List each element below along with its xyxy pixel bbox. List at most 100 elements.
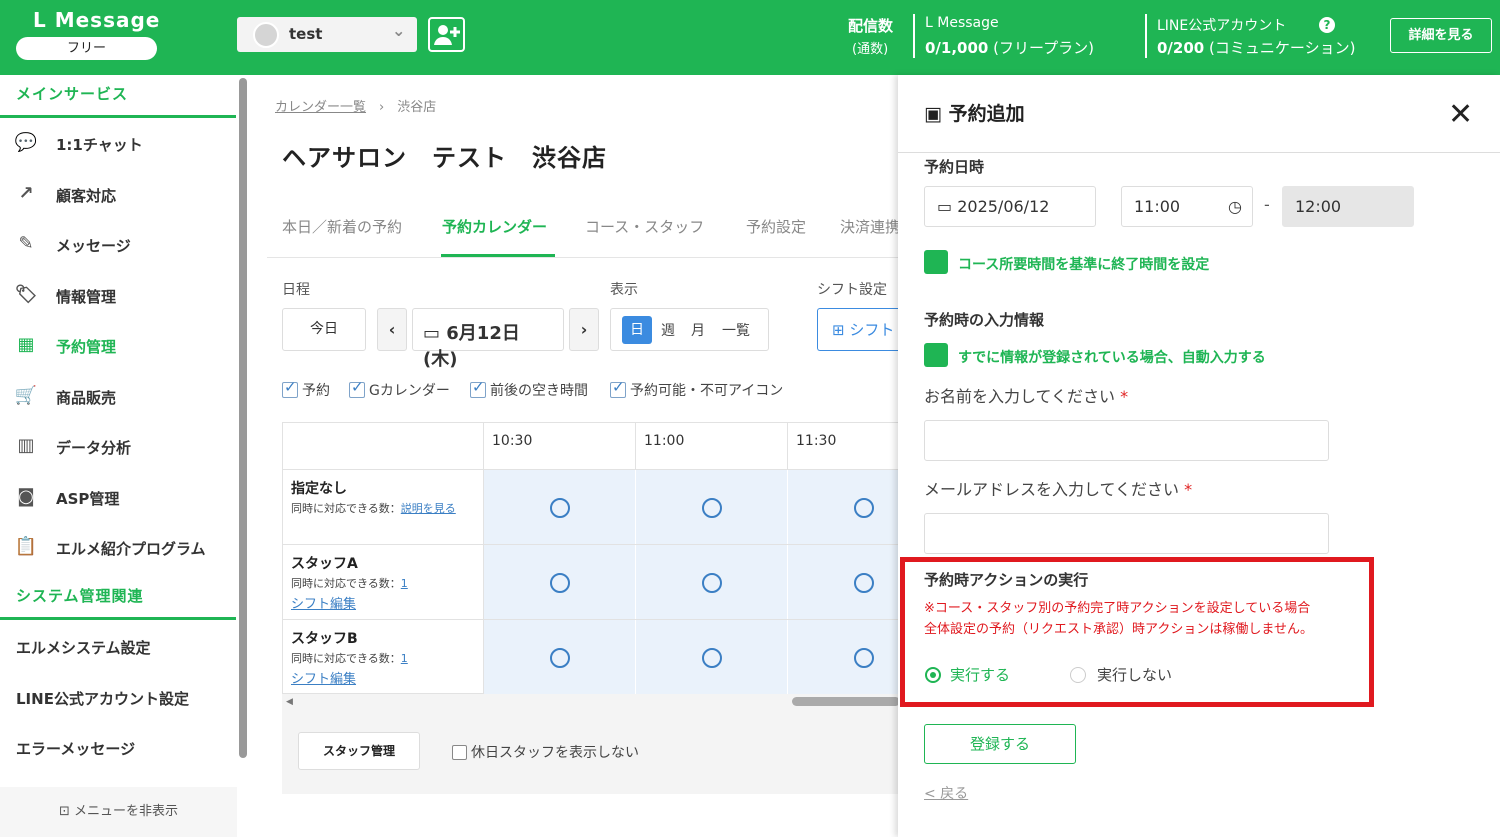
sidebar-item-message[interactable]: ✎ メッセージ [0,220,236,270]
chevron-down-icon: ⌄ [392,21,406,40]
available-icon [854,498,874,518]
tag-icon: 🏷 [14,284,38,305]
scroll-left-icon[interactable]: ◀ [286,697,293,707]
end-time-input: 12:00 [1282,186,1414,227]
app-logo[interactable]: L Message [33,8,160,32]
shift-edit-link[interactable]: シフト編集 [291,672,356,687]
slot-cell[interactable] [788,545,901,620]
sidebar-item-customer[interactable]: ↗ 顧客対応 [0,170,236,220]
sidebar-item-reservation[interactable]: ▦ 予約管理 [0,321,236,371]
capacity-label: 同時に対応できる数： [291,652,401,665]
date-input[interactable]: ▭ 2025/06/12 [924,186,1096,227]
filter-label: 予約可能・不可アイコン [630,383,784,399]
staff-manage-button[interactable]: スタッフ管理 [298,732,420,770]
sidebar-scrollbar[interactable] [239,78,247,758]
clock-icon: ◷ [1228,197,1242,216]
today-button[interactable]: 今日 [282,308,366,351]
sidebar-item-error[interactable]: エラーメッセージ [16,738,135,759]
action-label: 予約時アクションの実行 [924,571,1089,589]
staff-name: スタッフA [291,556,358,572]
sidebar-item-chat[interactable]: 💬 1:1チャット [0,119,236,169]
help-link[interactable]: 説明を見る [401,502,456,515]
sidebar-item-line-settings[interactable]: LINE公式アカウント設定 [16,688,189,709]
checkbox[interactable] [452,745,467,760]
checkbox[interactable] [610,378,626,398]
shift-button[interactable]: ⊞ シフト [817,308,900,351]
shift-label: シフト設定 [817,282,887,298]
add-user-icon[interactable] [428,17,465,52]
name-input[interactable] [924,420,1329,461]
hide-menu-label: メニューを非表示 [74,804,179,819]
checkbox[interactable] [470,378,486,398]
radio-not-execute[interactable] [1070,667,1086,683]
email-label: メールアドレスを入力してください * [924,476,1192,500]
schedule-label: 日程 [282,282,310,298]
register-button[interactable]: 登録する [924,724,1076,764]
slot-cell[interactable] [788,620,901,695]
filter-gcalendar[interactable]: Gカレンダー [349,378,450,400]
sidebar-item-asp[interactable]: ◙ ASP管理 [0,473,236,523]
tab-course-staff[interactable]: コース・スタッフ [585,216,704,237]
slot-cell[interactable] [484,545,636,620]
available-icon [854,648,874,668]
scroll-thumb[interactable] [792,697,900,706]
help-icon[interactable]: ? [1319,17,1335,33]
breadcrumb-link[interactable]: カレンダー一覧 [275,100,366,115]
autofill-label: すでに情報が登録されている場合、自動入力する [958,350,1266,366]
radio-execute[interactable] [925,667,941,683]
tab-calendar[interactable]: 予約カレンダー [442,216,547,237]
tab-payment[interactable]: 決済連携 [840,216,900,237]
hide-holiday-label: 休日スタッフを表示しない [471,745,639,761]
autofill-checkbox[interactable] [924,343,948,367]
capacity-link[interactable]: 1 [401,652,408,665]
tab-settings[interactable]: 予約設定 [746,216,806,237]
filter-reservation[interactable]: 予約 [282,378,330,400]
account-selector[interactable]: test ⌄ [237,17,417,52]
sidebar-item-sales[interactable]: 🛒 商品販売 [0,372,236,422]
view-list[interactable]: 一覧 [722,320,750,340]
auto-end-checkbox[interactable] [924,250,948,274]
back-link[interactable]: < 戻る [924,783,968,803]
checkbox[interactable] [349,378,365,398]
view-day[interactable]: 日 [622,316,652,344]
horizontal-scrollbar[interactable]: ◀ [282,694,900,710]
view-week[interactable]: 週 [661,320,675,340]
date-picker[interactable]: ▭ 6月12日(木) [412,308,564,370]
available-icon [854,573,874,593]
sidebar-item-info[interactable]: 🏷 情報管理 [0,271,236,321]
shift-edit-link[interactable]: シフト編集 [291,597,356,612]
email-input[interactable] [924,513,1329,554]
start-time-input[interactable]: 11:00 ◷ [1121,186,1253,227]
view-switcher: 日 週 月 一覧 [610,308,769,351]
breadcrumb-current: 渋谷店 [397,100,437,115]
sidebar-item-analytics[interactable]: ▥ データ分析 [0,422,236,472]
arrow-icon: ↗ [18,183,34,204]
system-heading: システム管理関連 [16,587,144,605]
prev-date-button[interactable]: ‹ [377,308,407,351]
filter-availability-icon[interactable]: 予約可能・不可アイコン [610,378,784,400]
sidebar-item-label: 商品販売 [56,389,117,407]
note-line: ※コース・スタッフ別の予約完了時アクションを設定している場合 [924,601,1311,616]
slot-cell[interactable] [636,470,788,545]
hide-menu-button[interactable]: ⊡ メニューを非表示 [0,787,237,837]
slot-cell[interactable] [484,470,636,545]
tab-today[interactable]: 本日／新着の予約 [282,216,402,237]
hide-holiday-option[interactable]: 休日スタッフを表示しない [452,742,639,762]
capacity-link[interactable]: 1 [401,577,408,590]
close-icon[interactable]: ✕ [1448,97,1473,132]
required-mark: * [1184,480,1193,499]
account-name: test [289,25,323,43]
sidebar-item-referral[interactable]: 📋 エルメ紹介プログラム [0,523,236,573]
slot-cell[interactable] [484,620,636,695]
calendar-icon: ▦ [17,334,35,355]
sidebar-item-system-settings[interactable]: エルメシステム設定 [16,637,151,658]
filter-buffer[interactable]: 前後の空き時間 [470,378,588,400]
detail-button[interactable]: 詳細を見る [1390,18,1492,53]
slot-cell[interactable] [788,470,901,545]
view-month[interactable]: 月 [691,320,705,340]
sidebar-item-label: データ分析 [56,439,132,457]
checkbox[interactable] [282,378,298,398]
slot-cell[interactable] [636,545,788,620]
next-date-button[interactable]: › [569,308,599,351]
slot-cell[interactable] [636,620,788,695]
